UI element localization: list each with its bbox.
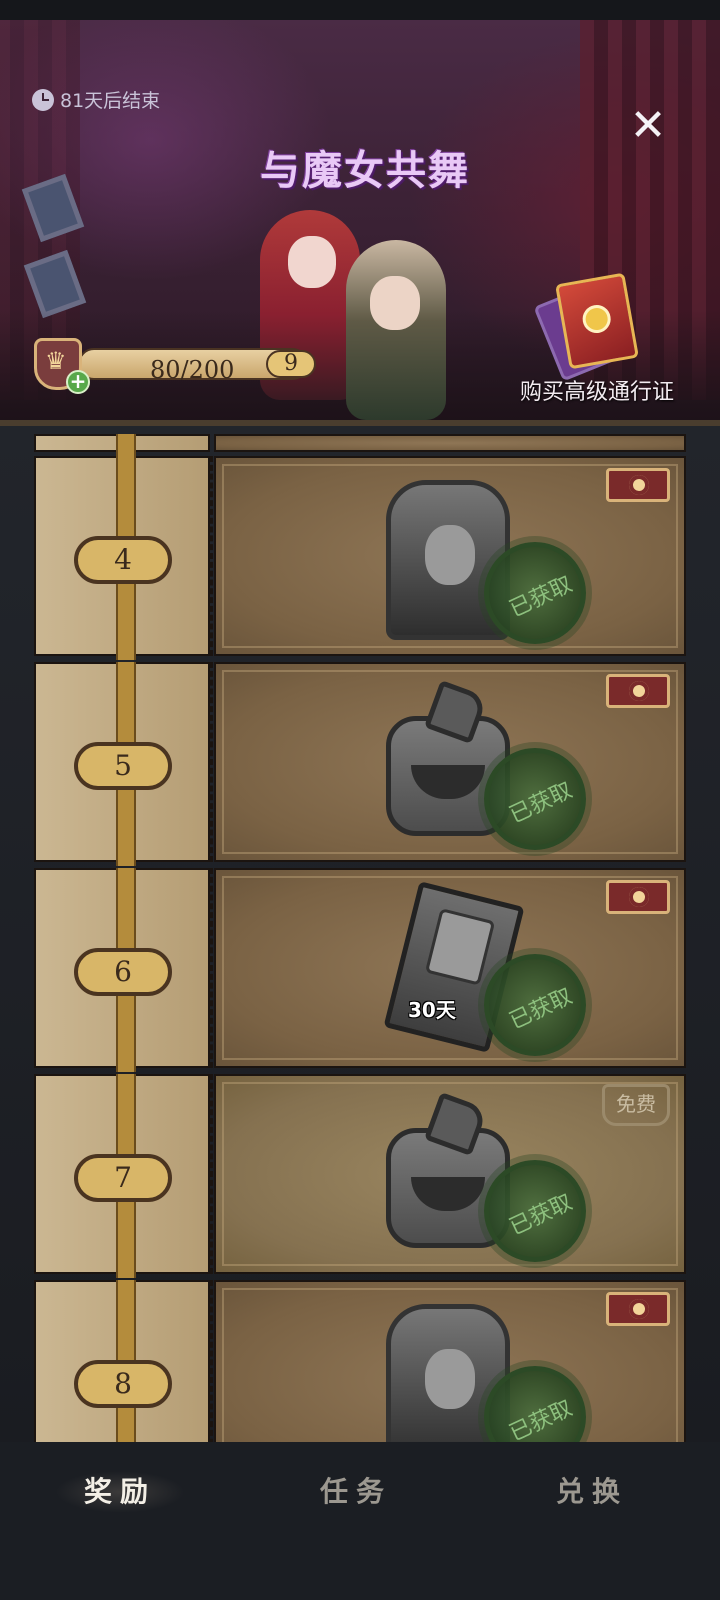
level-cell: 6 — [34, 868, 210, 1072]
bottom-nav: 奖励 任务 兑换 — [0, 1442, 720, 1600]
reward-cell[interactable]: 已获取 — [214, 456, 686, 656]
close-button[interactable]: ✕ — [626, 104, 670, 148]
row-divider — [210, 456, 213, 656]
pass-level-badge: 9 — [266, 350, 316, 378]
claimed-stamp: 已获取 — [484, 1160, 586, 1262]
premium-tier-icon — [606, 674, 670, 708]
witch-face — [370, 276, 420, 330]
event-banner: 81天后结束 ✕ 与魔女共舞 购买高级通行证 80/200 9 + — [0, 20, 720, 420]
premium-tier-icon — [606, 880, 670, 914]
reward-cell[interactable]: 30天 已获取 — [214, 868, 686, 1068]
premium-tier-icon — [606, 468, 670, 502]
ticket-portrait-icon — [424, 908, 496, 986]
reward-row-partial — [34, 434, 686, 638]
row-divider — [210, 868, 213, 1068]
tab-rewards[interactable]: 奖励 — [40, 1462, 200, 1522]
event-title: 与魔女共舞 — [260, 147, 470, 194]
pass-emblem-icon — [580, 302, 613, 336]
level-number: 4 — [74, 536, 172, 584]
claimed-label: 已获取 — [505, 983, 577, 1035]
xp-text: 80/200 — [150, 356, 235, 384]
level-cell — [34, 434, 210, 638]
buy-level-plus-button[interactable]: + — [66, 370, 90, 394]
level-number: 8 — [74, 1360, 172, 1408]
premium-pass-icon[interactable] — [555, 272, 639, 370]
claimed-stamp: 已获取 — [484, 748, 586, 850]
reward-row: 6 30天 已获取 — [34, 868, 686, 1072]
reward-row: 5 已获取 — [34, 662, 686, 866]
xp-progress-bar: 80/200 9 — [78, 348, 316, 384]
reward-cell — [214, 434, 686, 452]
level-cell: 5 — [34, 662, 210, 866]
battle-pass-screen: 81天后结束 ✕ 与魔女共舞 购买高级通行证 80/200 9 + — [0, 0, 720, 1600]
row-divider — [210, 1074, 213, 1274]
event-timer: 81天后结束 — [32, 86, 160, 113]
level-number: 6 — [74, 948, 172, 996]
reward-cell[interactable]: 已获取 — [214, 662, 686, 862]
claimed-label: 已获取 — [505, 1395, 577, 1442]
reward-row: 7 免费 已获取 — [34, 1074, 686, 1278]
claimed-label: 已获取 — [505, 1189, 577, 1241]
reward-row: 4 已获取 — [34, 456, 686, 660]
claimed-stamp: 已获取 — [484, 954, 586, 1056]
level-number: 5 — [74, 742, 172, 790]
red-hood-face — [288, 236, 336, 288]
premium-tier-icon — [606, 1292, 670, 1326]
reward-cell[interactable]: 免费 已获取 — [214, 1074, 686, 1274]
ticket-duration-label: 30天 — [408, 998, 456, 1022]
claimed-label: 已获取 — [505, 777, 577, 829]
event-characters-art — [250, 200, 470, 420]
reward-cell[interactable]: 已获取 — [214, 1280, 686, 1442]
level-cell: 7 — [34, 1074, 210, 1278]
reward-row: 8 已获取 — [34, 1280, 686, 1442]
row-divider — [210, 662, 213, 862]
level-cell: 8 — [34, 1280, 210, 1442]
witch-character — [346, 240, 446, 420]
level-cell: 4 — [34, 456, 210, 660]
row-divider — [210, 1280, 213, 1442]
tab-tasks[interactable]: 任务 — [276, 1462, 436, 1522]
timer-text: 81天后结束 — [60, 90, 161, 112]
level-number: 7 — [74, 1154, 172, 1202]
tab-exchange[interactable]: 兑换 — [512, 1462, 672, 1522]
clock-icon — [32, 88, 54, 111]
claimed-stamp: 已获取 — [484, 542, 586, 644]
free-tier-tag: 免费 — [602, 1084, 670, 1126]
reward-track-list[interactable]: 4 已获取 5 已获取 6 30天 已获取 7 免费 已获取 8 已获取 — [0, 420, 720, 1442]
buy-premium-pass-button[interactable]: 购买高级通行证 — [520, 374, 674, 406]
claimed-label: 已获取 — [505, 571, 577, 623]
